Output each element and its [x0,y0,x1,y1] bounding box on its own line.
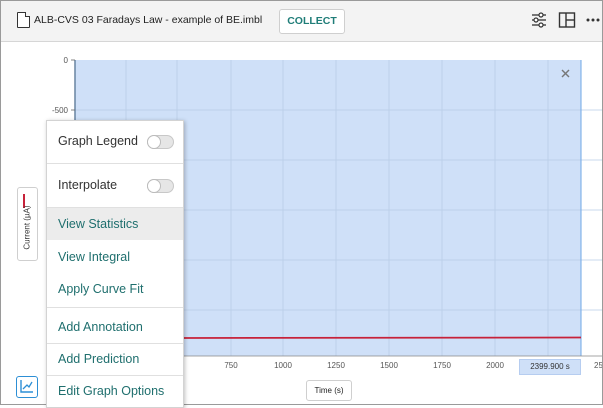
toggle-knob [147,135,161,149]
menu-item-edit-graph-options[interactable]: Edit Graph Options [47,375,183,407]
menu-item-apply-curve-fit[interactable]: Apply Curve Fit [47,273,183,305]
x-axis-label-button[interactable]: Time (s) [306,380,352,401]
x-tick-label: 2000 [486,361,504,370]
x-tick-label: 750 [224,361,238,370]
menu-item-label: Interpolate [58,178,118,192]
menu-divider [47,163,183,164]
collect-button[interactable]: COLLECT [279,9,345,34]
menu-item-interpolate[interactable]: Interpolate [47,169,183,201]
app-window: ALB-CVS 03 Faradays Law - example of BE.… [0,0,603,408]
graph-tools-button[interactable] [16,376,38,398]
file-icon [17,12,30,28]
menu-item-view-statistics[interactable]: View Statistics [47,208,183,240]
menu-item-label: Graph Legend [58,134,138,148]
menu-item-graph-legend[interactable]: Graph Legend [47,125,183,157]
y-axis-label-button[interactable]: Current (µA) [17,187,38,261]
sliders-icon[interactable] [530,11,548,29]
graph-options-menu: Graph Legend Interpolate View Statistics… [46,120,184,408]
x-tick-label: 1500 [380,361,398,370]
y-tick-label: 0 [64,56,69,65]
menu-divider [47,307,183,308]
top-toolbar: ALB-CVS 03 Faradays Law - example of BE.… [1,1,602,42]
menu-item-add-prediction[interactable]: Add Prediction [47,343,183,375]
menu-item-add-annotation[interactable]: Add Annotation [47,311,183,343]
selection-readout[interactable]: 2399.900 s [519,359,581,375]
y-axis-label: Current (µA) [22,205,32,250]
x-tick-label: 250 [594,361,602,370]
data-series-line [181,336,582,339]
layout-icon[interactable] [558,11,576,29]
graph-legend-toggle[interactable] [147,135,174,149]
menu-item-view-integral[interactable]: View Integral [47,241,183,273]
interpolate-toggle[interactable] [147,179,174,193]
x-tick-label: 1000 [274,361,292,370]
more-icon[interactable] [585,17,601,23]
toggle-knob [147,179,161,193]
file-name: ALB-CVS 03 Faradays Law - example of BE.… [34,14,263,26]
x-tick-label: 1750 [433,361,451,370]
y-tick-label: -500 [52,106,69,115]
x-tick-label: 1250 [327,361,345,370]
graph-tools-icon [20,380,33,393]
